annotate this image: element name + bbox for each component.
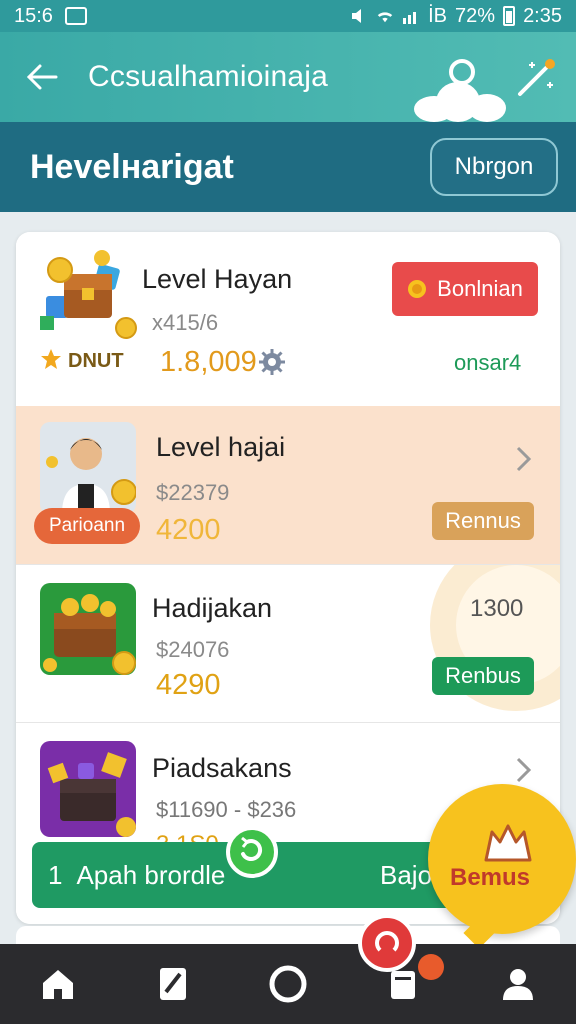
sub-header-button[interactable]: Nbrgon (430, 138, 558, 196)
arrow-left-icon (26, 64, 58, 90)
back-button[interactable] (22, 57, 62, 97)
nav-home[interactable] (30, 956, 86, 1012)
profile-icon (503, 969, 534, 1000)
treasure-chest-icon (40, 741, 136, 837)
star-icon (41, 349, 61, 369)
list-item[interactable]: Parioann Level hajai $22379 4200 Rennus (16, 406, 560, 564)
treasure-chest-icon (34, 244, 138, 344)
item-subtitle: $22379 (156, 480, 230, 505)
item-subtitle: $11690 - $236 (156, 797, 297, 822)
item-subtitle: $24076 (156, 637, 230, 662)
refresh-icon (241, 836, 263, 862)
item-subtitle: х415/6 (152, 310, 219, 335)
chevron-right-icon[interactable] (514, 444, 534, 474)
nav-edit[interactable] (145, 956, 201, 1012)
item-badge: Parioann (34, 508, 140, 544)
battery-percent: 72% (455, 4, 496, 27)
status-signal-text: İB (428, 4, 448, 27)
search-icon (449, 59, 475, 95)
magic-wand-button[interactable] (514, 54, 560, 100)
item-right-text: onsar4 (454, 350, 522, 375)
item-amount: 4200 (156, 514, 221, 546)
bonus-chip[interactable]: Bonlnian (392, 262, 538, 316)
list-item[interactable]: Level Hayan х415/6 DNUT 1.8,009 Bonlnian… (16, 232, 560, 406)
app-title: Ccsualhamioinaja (88, 60, 328, 93)
item-title: Piadsakans (152, 753, 292, 783)
item-amount: 4290 (156, 669, 221, 701)
status-time-left: 15:6 (14, 4, 53, 27)
notification-dot (418, 954, 444, 980)
bottom-nav (0, 944, 576, 1024)
item-amount: 1.8,009 (160, 346, 257, 378)
bonus-chip[interactable]: Rennus (432, 502, 534, 540)
list-item[interactable]: Hadijakan $24076 4290 1300 Renbus (16, 564, 560, 722)
edit-icon (159, 968, 186, 1000)
notification-fab[interactable] (358, 914, 416, 972)
signal-icon (403, 12, 417, 24)
sub-header: Hevelнarigat Nbrgon (0, 122, 576, 212)
item-right-value: 1300 (470, 595, 524, 622)
action-count: 1 (48, 859, 63, 890)
magic-wand-icon (518, 59, 555, 96)
bonus-fab-label: Bemus (450, 864, 531, 891)
action-right-label: Bajo (380, 860, 433, 890)
wifi-icon (377, 12, 393, 23)
battery-icon (503, 6, 516, 26)
item-title: Hadijakan (152, 593, 273, 623)
card-icon (391, 971, 416, 999)
bonus-hand-icon (484, 824, 532, 862)
nav-record[interactable] (260, 956, 316, 1012)
status-bar: 15:6 İB 72% 2:35 (0, 0, 576, 32)
coin-icon (408, 280, 427, 298)
chip-label: Bonlnian (437, 276, 523, 301)
app-bar: Ccsualhamioinaja (0, 32, 576, 122)
bonus-chip[interactable]: Renbus (432, 657, 534, 695)
record-icon (269, 965, 307, 1003)
sub-header-title: Hevelнarigat (30, 147, 234, 186)
item-title: Level hajai (156, 432, 286, 462)
ring-icon (375, 931, 399, 955)
search-button[interactable] (440, 54, 484, 98)
item-title: Level Hayan (142, 264, 293, 294)
nav-profile[interactable] (490, 956, 546, 1012)
gear-icon[interactable] (258, 348, 286, 376)
action-label: Apah brordle (76, 859, 226, 890)
player-avatar (40, 422, 136, 514)
mute-icon (352, 9, 362, 23)
home-icon (42, 970, 73, 999)
bonus-fab[interactable]: Bemus (428, 784, 576, 949)
refresh-button[interactable] (226, 826, 278, 878)
chevron-right-icon[interactable] (514, 755, 534, 785)
notification-icon (64, 7, 87, 25)
item-badge: DNUT (68, 350, 124, 372)
treasure-chest-icon (40, 583, 136, 675)
status-time-right: 2:35 (523, 4, 562, 27)
